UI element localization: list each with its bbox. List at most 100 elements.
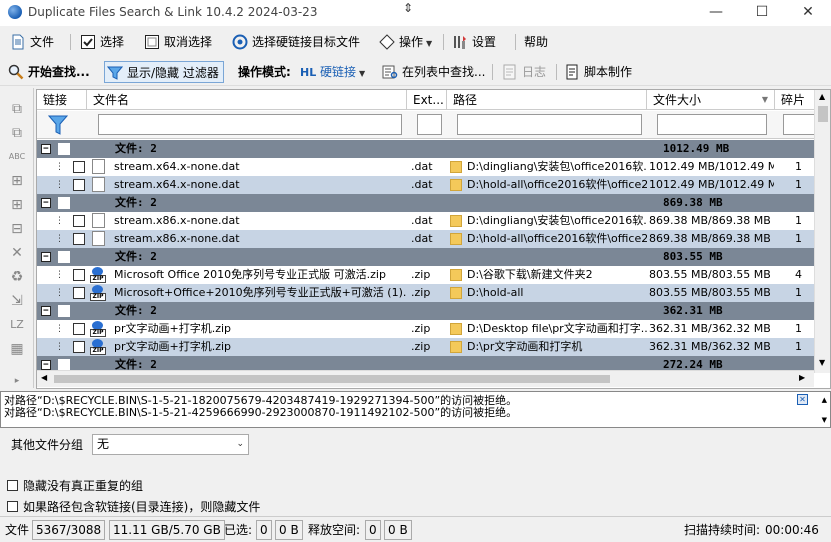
filename-filter-input[interactable] [98,114,402,135]
ntfs-icon[interactable]: ▦ [8,340,26,358]
scroll-right-icon[interactable]: ▶ [799,373,805,382]
tree-icon[interactable]: ⊞ [8,172,26,190]
folder-icon [450,179,462,191]
selected-label: 已选: [224,523,253,537]
frag-filter-input[interactable] [783,114,815,135]
group-checkbox[interactable] [58,359,70,370]
table-row[interactable]: ⋮ ZIP Microsoft+Office+2010免序列号专业正式版+可激活… [37,284,815,302]
vertical-scrollbar[interactable]: ▲ ▼ [814,90,830,373]
toggle-filter-button[interactable]: 显示/隐藏 过滤器 [104,61,224,83]
delete-icon[interactable]: ✕ [8,244,26,262]
scroll-down-icon[interactable]: ▼ [822,414,827,426]
tree-expand-icon[interactable]: ⊞ [8,196,26,214]
select-hardlink-target-menu[interactable]: 选择硬链接目标文件 [230,31,360,53]
svg-text:HL: HL [300,66,316,79]
scroll-left-icon[interactable]: ◀ [41,373,47,382]
checkbox-icon [81,35,95,49]
group-checkbox[interactable] [58,197,70,209]
expand-all-icon[interactable]: ⧉ [8,100,26,118]
selected-size: 0 B [275,520,303,540]
hardlink-mode-dropdown[interactable]: HL 硬链接 ▼ [298,61,365,83]
close-button[interactable]: ✕ [785,0,831,26]
table-row[interactable]: ⋮ ZIP Microsoft Office 2010免序列号专业正式版 可激活… [37,266,815,284]
group-row[interactable]: − 文件: 2 869.38 MB [37,194,815,212]
find-in-list-button[interactable]: 在列表中查找... [380,61,485,83]
row-checkbox[interactable] [73,215,85,227]
group-row[interactable]: − 文件: 2 362.31 MB [37,302,815,320]
group-checkbox[interactable] [58,251,70,263]
hide-softlink-checkbox[interactable]: 如果路径包含软链接(目录连接)，则隐藏文件 [7,498,260,515]
table-row[interactable]: ⋮ stream.x86.x-none.dat .dat D:\hold-all… [37,230,815,248]
recycle-icon[interactable]: ♻ [8,268,26,286]
chevron-down-icon: ▼ [426,39,433,48]
group-row[interactable]: − 文件: 2 272.24 MB [37,356,815,370]
col-path[interactable]: 路径 [447,90,647,110]
minimize-button[interactable]: — [693,0,739,26]
operation-menu[interactable]: 操作 ▼ [377,31,432,53]
table-row[interactable]: ⋮ stream.x64.x-none.dat .dat D:\dinglian… [37,158,815,176]
collapse-icon[interactable]: − [41,144,51,154]
collapse-icon[interactable]: − [41,360,51,370]
scroll-up-icon[interactable]: ▲ [819,92,825,101]
tree-collapse-icon[interactable]: ⊟ [8,220,26,238]
abc-icon[interactable]: ABC [8,148,26,166]
group-row[interactable]: − 文件: 2 803.55 MB [37,248,815,266]
folder-icon [450,287,462,299]
scroll-thumb[interactable] [818,106,828,122]
sort-down-icon: ▼ [761,95,768,104]
magnifier-icon [8,64,24,80]
collapse-icon[interactable]: − [41,198,51,208]
filter-icon[interactable] [48,114,68,136]
col-size[interactable]: 文件大小 ▼ [647,90,775,110]
horizontal-scrollbar[interactable]: ◀ ▶ [37,370,814,387]
select-menu[interactable]: 选择 [78,31,124,53]
script-button[interactable]: 脚本制作 [562,61,632,83]
log-button[interactable]: 日志 [500,61,546,83]
scroll-up-icon[interactable]: ▲ [822,394,827,406]
maximize-button[interactable]: ☐ [739,0,785,26]
table-row[interactable]: ⋮ ZIP pr文字动画+打字机.zip .zip D:\Desktop fil… [37,320,815,338]
group-checkbox[interactable] [58,305,70,317]
row-checkbox[interactable] [73,161,85,173]
col-ext[interactable]: Ext... [407,90,447,110]
compress-icon[interactable]: LZ [8,316,26,334]
window-title: Duplicate Files Search & Link 10.4.2 202… [28,5,318,19]
collapse-all-icon[interactable]: ⧉ [8,124,26,142]
group-row[interactable]: − 文件: 2 1012.49 MB [37,140,815,158]
row-checkbox[interactable] [73,287,85,299]
ext-filter-input[interactable] [417,114,442,135]
settings-menu[interactable]: 设置 [450,31,496,53]
table-row[interactable]: ⋮ ZIP pr文字动画+打字机.zip .zip D:\pr文字动画和打字机 … [37,338,815,356]
collapse-icon[interactable]: − [41,252,51,262]
close-icon[interactable]: ✕ [797,394,808,405]
deselect-menu[interactable]: 取消选择 [142,31,212,53]
col-link[interactable]: 链接 [37,90,87,110]
col-filename[interactable]: 文件名 [87,90,407,110]
script-icon [566,64,578,80]
group-checkbox[interactable] [58,143,70,155]
expand-panel-icon[interactable]: ▸ [8,372,26,390]
file-menu[interactable]: 文件 [8,31,54,53]
scroll-down-icon[interactable]: ▼ [819,358,825,367]
size-filter-input[interactable] [657,114,767,135]
move-icon[interactable]: ⇲ [8,292,26,310]
start-search-button[interactable]: 开始查找... [6,61,90,83]
collapse-icon[interactable]: − [41,306,51,316]
checkbox[interactable] [7,501,18,512]
scroll-thumb[interactable] [54,375,610,383]
folder-icon [450,323,462,335]
filter-row [37,111,830,139]
row-checkbox[interactable] [73,233,85,245]
other-group-select[interactable]: 无 ⌄ [92,434,249,455]
row-checkbox[interactable] [73,341,85,353]
table-row[interactable]: ⋮ stream.x64.x-none.dat .dat D:\hold-all… [37,176,815,194]
row-checkbox[interactable] [73,269,85,281]
col-frag[interactable]: 碎片 [775,90,815,110]
path-filter-input[interactable] [457,114,642,135]
row-checkbox[interactable] [73,179,85,191]
checkbox[interactable] [7,480,18,491]
table-row[interactable]: ⋮ stream.x86.x-none.dat .dat D:\dinglian… [37,212,815,230]
hide-nondup-checkbox[interactable]: 隐藏没有真正重复的组 [7,477,143,494]
help-menu[interactable]: 帮助 [502,31,548,53]
row-checkbox[interactable] [73,323,85,335]
